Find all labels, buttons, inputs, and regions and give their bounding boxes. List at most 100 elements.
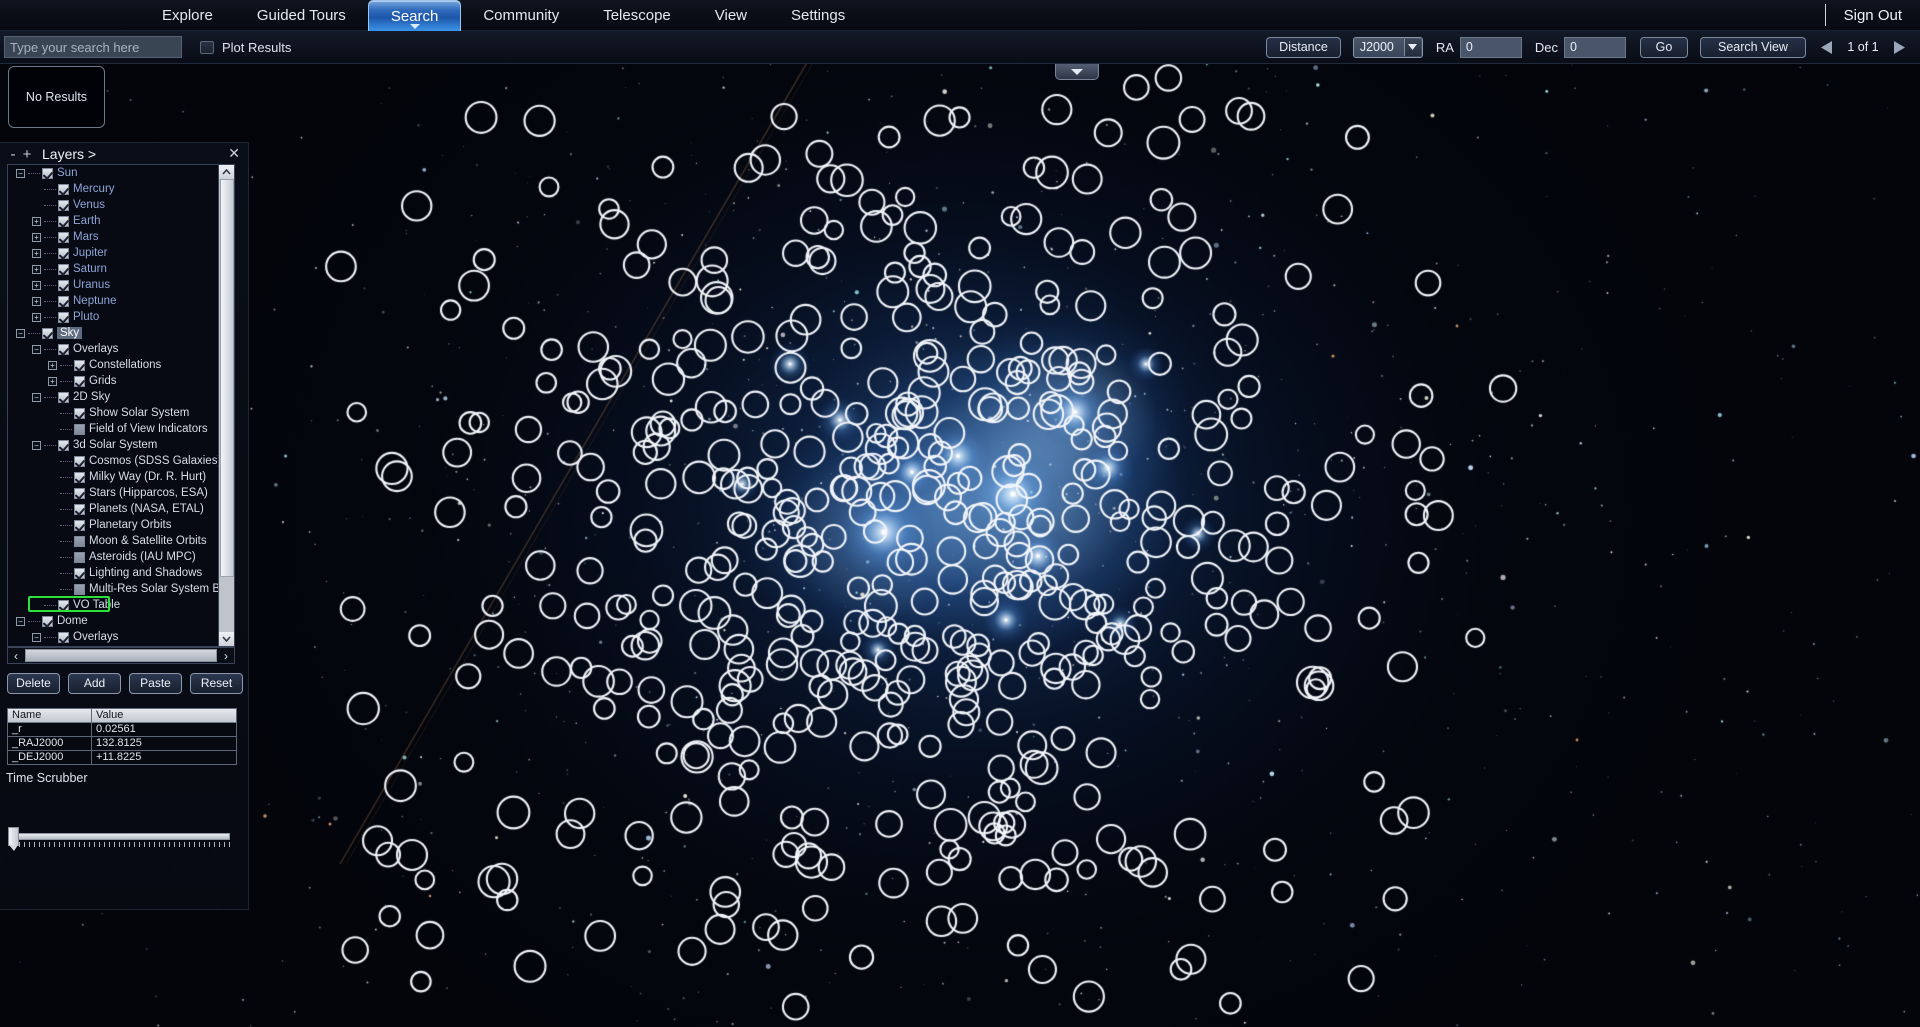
slider-track[interactable]: [14, 833, 230, 840]
layer-visibility-checkbox[interactable]: [58, 215, 69, 227]
nav-tab-explore[interactable]: Explore: [140, 0, 235, 31]
table-row[interactable]: _RAJ2000 132.8125: [8, 737, 236, 751]
layer-tree-item[interactable]: Multi-Res Solar System Bodies: [10, 581, 234, 597]
scroll-down-icon[interactable]: [218, 632, 234, 646]
table-row[interactable]: _DEJ2000 +11.8225: [8, 751, 236, 764]
layer-visibility-checkbox[interactable]: [42, 167, 53, 179]
layer-visibility-checkbox[interactable]: [58, 247, 69, 259]
layer-tree-item[interactable]: Milky Way (Dr. R. Hurt): [10, 469, 214, 485]
layer-visibility-checkbox[interactable]: [74, 535, 85, 547]
layer-visibility-checkbox[interactable]: [58, 263, 69, 275]
layer-tree-item[interactable]: Show Solar System: [10, 405, 214, 421]
layer-visibility-checkbox[interactable]: [74, 503, 85, 515]
layer-tree-item[interactable]: Mercury: [10, 181, 214, 197]
collapse-node-icon[interactable]: −: [32, 392, 41, 402]
layer-visibility-checkbox[interactable]: [58, 391, 69, 403]
next-result-button[interactable]: [1888, 37, 1910, 58]
scroll-up-icon[interactable]: [218, 165, 234, 179]
layer-tree-item[interactable]: + Grids: [10, 373, 214, 389]
expand-node-icon[interactable]: +: [32, 232, 41, 242]
scroll-right-icon[interactable]: ›: [218, 648, 234, 663]
layer-visibility-checkbox[interactable]: [74, 583, 85, 595]
ra-input[interactable]: 0: [1459, 36, 1522, 58]
layer-visibility-checkbox[interactable]: [58, 199, 69, 211]
delete-button[interactable]: Delete: [7, 673, 60, 694]
layer-visibility-checkbox[interactable]: [74, 375, 85, 387]
layer-tree-item[interactable]: + Jupiter: [10, 245, 214, 261]
layer-visibility-checkbox[interactable]: [58, 599, 69, 611]
collapse-node-icon[interactable]: −: [16, 168, 25, 178]
layer-tree-item[interactable]: − Overlays: [10, 629, 214, 645]
layer-visibility-checkbox[interactable]: [58, 295, 69, 307]
dec-input[interactable]: 0: [1564, 36, 1626, 58]
layers-collapse-button[interactable]: -: [6, 146, 20, 163]
expand-node-icon[interactable]: +: [48, 376, 57, 386]
layer-tree-item[interactable]: − Sun: [10, 165, 214, 181]
previous-result-button[interactable]: [1816, 37, 1838, 58]
layer-tree-item[interactable]: − Sky: [10, 325, 214, 341]
nav-tab-view[interactable]: View: [693, 0, 769, 31]
layer-visibility-checkbox[interactable]: [42, 327, 53, 339]
expand-node-icon[interactable]: +: [48, 360, 57, 370]
nav-tab-community[interactable]: Community: [461, 0, 581, 31]
layer-tree-item[interactable]: Field of View Indicators: [10, 421, 214, 437]
layer-visibility-checkbox[interactable]: [74, 551, 85, 563]
layer-tree-item[interactable]: − Overlays: [10, 341, 214, 357]
layer-visibility-checkbox[interactable]: [74, 423, 85, 435]
layer-tree-item[interactable]: Stars (Hipparcos, ESA): [10, 485, 214, 501]
table-row[interactable]: _r 0.02561: [8, 723, 236, 737]
layers-expand-button[interactable]: +: [20, 146, 34, 163]
layer-tree-item[interactable]: + Constellations: [10, 357, 214, 373]
search-input[interactable]: [4, 36, 182, 58]
layer-visibility-checkbox[interactable]: [74, 407, 85, 419]
slider-handle[interactable]: [8, 827, 19, 851]
sky-view-collapse-tab[interactable]: [1055, 64, 1099, 80]
layers-tree-vertical-scrollbar[interactable]: [218, 165, 234, 646]
layer-tree-item[interactable]: − 2D Sky: [10, 389, 214, 405]
layer-tree-item[interactable]: − Dome: [10, 613, 214, 629]
layer-tree-item[interactable]: Asteroids (IAU MPC): [10, 549, 214, 565]
layer-visibility-checkbox[interactable]: [74, 519, 85, 531]
time-scrubber-slider[interactable]: [8, 826, 230, 851]
layer-visibility-checkbox[interactable]: [74, 487, 85, 499]
paste-button[interactable]: Paste: [129, 673, 182, 694]
layer-properties-table[interactable]: Name Value _r 0.02561 _RAJ2000 132.8125 …: [7, 708, 237, 765]
layer-tree-item[interactable]: Planetary Orbits: [10, 517, 214, 533]
go-button[interactable]: Go: [1640, 36, 1688, 58]
layer-tree-item[interactable]: + Saturn: [10, 261, 214, 277]
epoch-select[interactable]: J2000: [1352, 36, 1423, 58]
layer-tree-item[interactable]: + Mars: [10, 229, 214, 245]
nav-tab-guided-tours[interactable]: Guided Tours: [235, 0, 368, 31]
expand-node-icon[interactable]: +: [32, 216, 41, 226]
layer-visibility-checkbox[interactable]: [58, 231, 69, 243]
layer-tree-item[interactable]: Venus: [10, 197, 214, 213]
layer-visibility-checkbox[interactable]: [58, 183, 69, 195]
collapse-node-icon[interactable]: −: [16, 328, 25, 338]
expand-node-icon[interactable]: +: [32, 248, 41, 258]
layer-tree-item[interactable]: VO Table: [10, 596, 214, 613]
layer-tree-item[interactable]: − 3d Solar System: [10, 437, 214, 453]
layer-visibility-checkbox[interactable]: [58, 631, 69, 643]
layer-tree-item[interactable]: Lighting and Shadows: [10, 565, 214, 581]
layer-visibility-checkbox[interactable]: [42, 615, 53, 627]
collapse-node-icon[interactable]: −: [32, 344, 41, 354]
reset-button[interactable]: Reset: [190, 673, 243, 694]
layer-visibility-checkbox[interactable]: [74, 359, 85, 371]
expand-node-icon[interactable]: +: [32, 296, 41, 306]
layers-tree-horizontal-scrollbar[interactable]: ‹ ›: [7, 647, 235, 664]
sky-view-canvas[interactable]: [0, 64, 1920, 1027]
collapse-node-icon[interactable]: −: [16, 616, 25, 626]
layer-tree-item[interactable]: + Neptune: [10, 293, 214, 309]
collapse-node-icon[interactable]: −: [32, 632, 41, 642]
search-view-button[interactable]: Search View: [1700, 36, 1806, 58]
sign-out-link[interactable]: Sign Out: [1844, 7, 1920, 24]
layer-visibility-checkbox[interactable]: [74, 471, 85, 483]
hscrollbar-thumb[interactable]: [25, 649, 217, 662]
layer-tree-item[interactable]: Cosmos (SDSS Galaxies): [10, 453, 221, 469]
layer-visibility-checkbox[interactable]: [58, 311, 69, 323]
layer-visibility-checkbox[interactable]: [74, 455, 85, 467]
nav-tab-telescope[interactable]: Telescope: [581, 0, 693, 31]
layer-tree-item[interactable]: + Pluto: [10, 309, 214, 325]
close-icon[interactable]: ✕: [228, 145, 240, 162]
nav-tab-search[interactable]: Search: [367, 0, 462, 31]
